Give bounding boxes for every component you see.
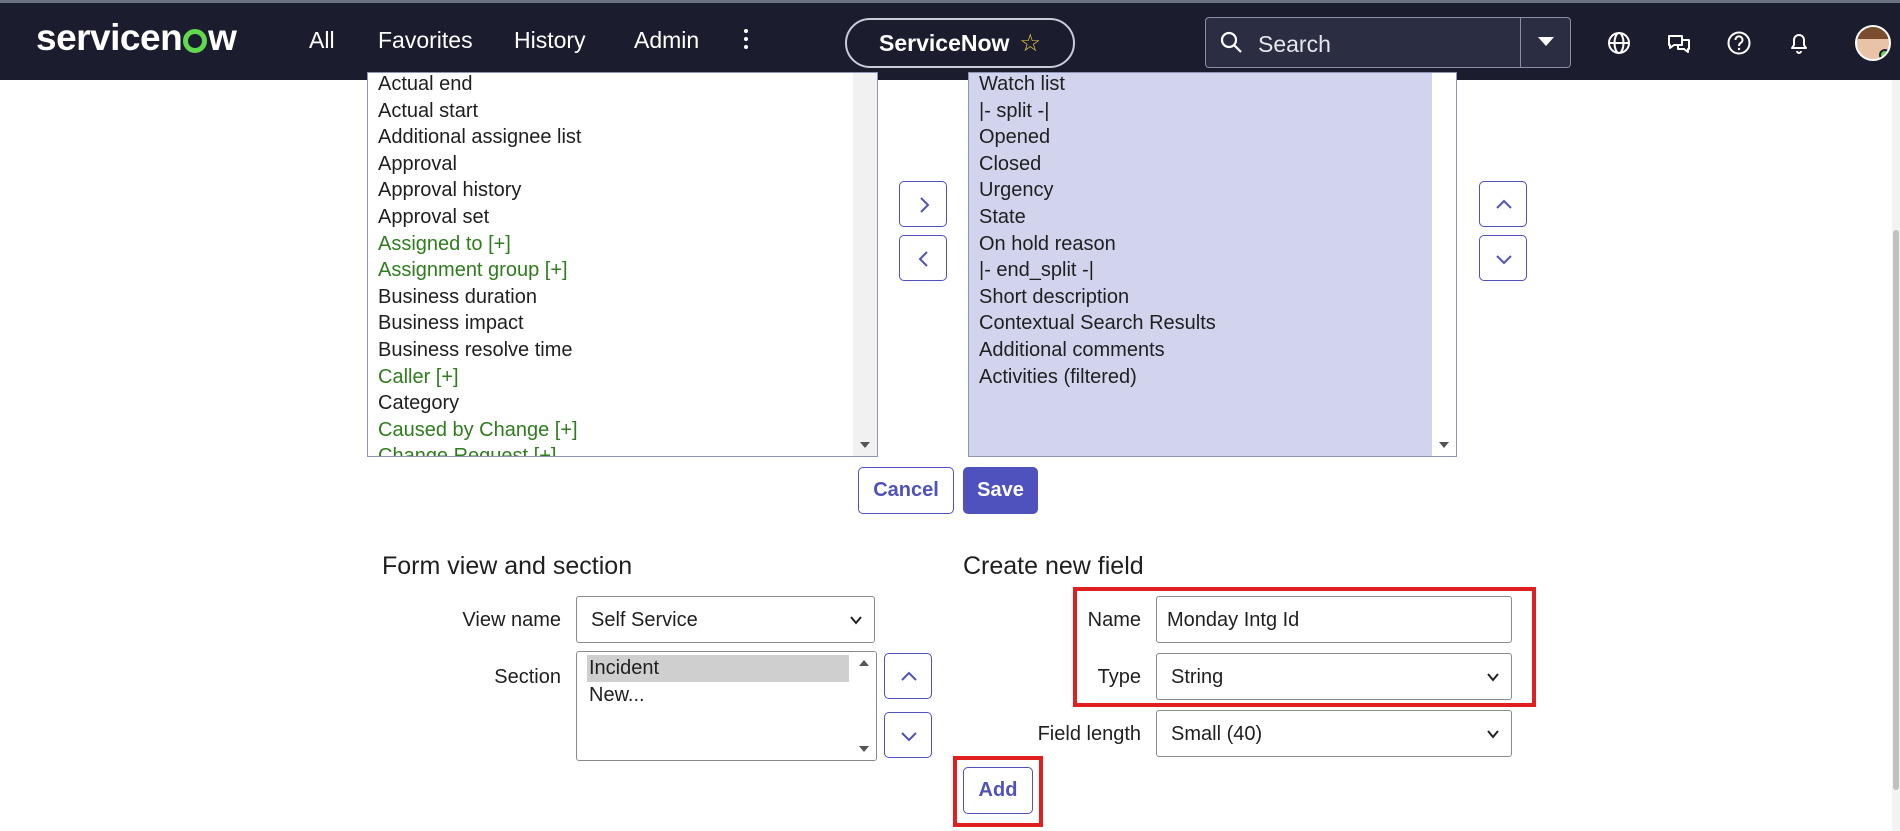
chevron-down-icon <box>901 732 917 742</box>
available-field-item[interactable]: Approval <box>368 151 877 178</box>
online-status-dot <box>1879 49 1889 59</box>
page-scrollbar[interactable] <box>1892 80 1900 831</box>
chevron-up-icon <box>1496 199 1512 209</box>
chevron-down-icon <box>1487 673 1499 682</box>
section-scrollbar[interactable] <box>852 652 876 760</box>
view-name-select[interactable]: Self Service <box>576 596 875 643</box>
servicenow-logo[interactable]: servicen w <box>36 17 237 59</box>
field-length-label: Field length <box>1037 723 1141 745</box>
available-fields-scrollbar[interactable] <box>853 73 877 456</box>
nav-all[interactable]: All <box>309 27 335 54</box>
section-move-down-button[interactable] <box>884 712 932 758</box>
available-field-item[interactable]: Actual end <box>368 73 877 98</box>
available-field-item[interactable]: Business duration <box>368 284 877 311</box>
available-field-item[interactable]: Approval history <box>368 177 877 204</box>
nav-favorites[interactable]: Favorites <box>378 27 473 54</box>
move-up-button[interactable] <box>1479 181 1527 227</box>
chat-icon[interactable] <box>1666 30 1692 56</box>
section-label: Section <box>494 666 561 688</box>
form-view-heading: Form view and section <box>382 552 633 580</box>
scroll-up-icon[interactable] <box>859 660 869 666</box>
scroll-down-icon[interactable] <box>1439 442 1449 448</box>
chevron-up-icon <box>901 671 917 681</box>
field-length-value: Small (40) <box>1171 723 1263 745</box>
globe-icon[interactable] <box>1606 30 1632 56</box>
global-search[interactable]: Search <box>1205 17 1571 68</box>
available-field-item[interactable]: Change Request [+] <box>368 443 877 456</box>
selected-field-item[interactable]: Closed <box>969 151 1456 178</box>
remove-field-button[interactable] <box>899 235 947 281</box>
section-list[interactable]: Incident New... <box>576 651 877 761</box>
search-icon <box>1220 31 1242 53</box>
add-new-field-button[interactable]: Add <box>963 767 1033 814</box>
available-field-item[interactable]: Caused by Change [+] <box>368 417 877 444</box>
cancel-button[interactable]: Cancel <box>858 467 954 514</box>
selected-field-item[interactable]: Watch list <box>969 73 1456 98</box>
chevron-down-icon <box>1487 730 1499 739</box>
available-fields-list[interactable]: Actual end Actual start Additional assigne… <box>367 72 878 457</box>
available-field-item[interactable]: Business resolve time <box>368 337 877 364</box>
view-name-value: Self Service <box>591 609 698 631</box>
scroll-down-icon[interactable] <box>859 746 869 752</box>
selected-field-item[interactable]: |- end_split -| <box>969 257 1456 284</box>
selected-field-item[interactable]: Opened <box>969 124 1456 151</box>
field-type-select[interactable]: String <box>1156 653 1512 700</box>
chevron-left-icon <box>918 251 928 267</box>
star-icon[interactable]: ☆ <box>1019 29 1041 58</box>
field-length-select[interactable]: Small (40) <box>1156 710 1512 757</box>
chevron-down-icon <box>1538 37 1554 46</box>
field-type-label: Type <box>1097 666 1141 688</box>
available-field-item[interactable]: Additional assignee list <box>368 124 877 151</box>
context-pill[interactable]: ServiceNow ☆ <box>845 18 1075 68</box>
available-field-item[interactable]: Category <box>368 390 877 417</box>
page-scroll-thumb[interactable] <box>1893 230 1899 790</box>
field-name-label: Name <box>1087 609 1141 631</box>
section-move-up-button[interactable] <box>884 653 932 699</box>
available-field-item[interactable]: Actual start <box>368 98 877 125</box>
save-button[interactable]: Save <box>963 467 1038 514</box>
selected-field-item[interactable]: On hold reason <box>969 231 1456 258</box>
selected-field-item[interactable]: Additional comments <box>969 337 1456 364</box>
view-name-label: View name <box>462 609 561 631</box>
available-field-item[interactable]: Assignment group [+] <box>368 257 877 284</box>
help-icon[interactable] <box>1726 30 1752 56</box>
bell-icon[interactable] <box>1786 30 1812 56</box>
chevron-down-icon <box>1496 255 1512 265</box>
user-avatar[interactable] <box>1855 25 1891 61</box>
create-field-heading: Create new field <box>963 552 1144 580</box>
selected-fields-scrollbar[interactable] <box>1432 73 1456 456</box>
section-item[interactable]: Incident <box>579 655 659 682</box>
field-type-value: String <box>1171 666 1224 688</box>
available-field-item[interactable]: Caller [+] <box>368 364 877 391</box>
nav-history[interactable]: History <box>514 27 586 54</box>
chevron-down-icon <box>850 616 862 625</box>
scroll-down-icon[interactable] <box>860 442 870 448</box>
selected-field-item[interactable]: |- split -| <box>969 98 1456 125</box>
selected-field-item[interactable]: Short description <box>969 284 1456 311</box>
more-menu-icon[interactable] <box>742 29 750 55</box>
selected-field-item[interactable]: Contextual Search Results <box>969 310 1456 337</box>
available-field-item[interactable]: Approval set <box>368 204 877 231</box>
context-pill-label: ServiceNow <box>879 29 1010 56</box>
move-down-button[interactable] <box>1479 235 1527 281</box>
search-scope-dropdown[interactable] <box>1520 18 1570 67</box>
available-field-item[interactable]: Assigned to [+] <box>368 231 877 258</box>
selected-field-item[interactable]: Urgency <box>969 177 1456 204</box>
field-name-input[interactable]: Monday Intg Id <box>1156 596 1512 643</box>
search-placeholder: Search <box>1258 31 1331 57</box>
selected-field-item[interactable]: State <box>969 204 1456 231</box>
section-item[interactable]: New... <box>579 682 645 709</box>
selected-fields-list[interactable]: Watch list |- split -| Opened Closed Urgency… <box>968 72 1457 457</box>
add-field-button[interactable] <box>899 181 947 227</box>
selected-field-item[interactable]: Activities (filtered) <box>969 364 1456 391</box>
available-field-item[interactable]: Business impact <box>368 310 877 337</box>
top-navigation-bar: servicen w All Favorites History Admin Se… <box>0 0 1900 80</box>
nav-admin[interactable]: Admin <box>634 27 699 54</box>
chevron-right-icon <box>920 197 930 213</box>
